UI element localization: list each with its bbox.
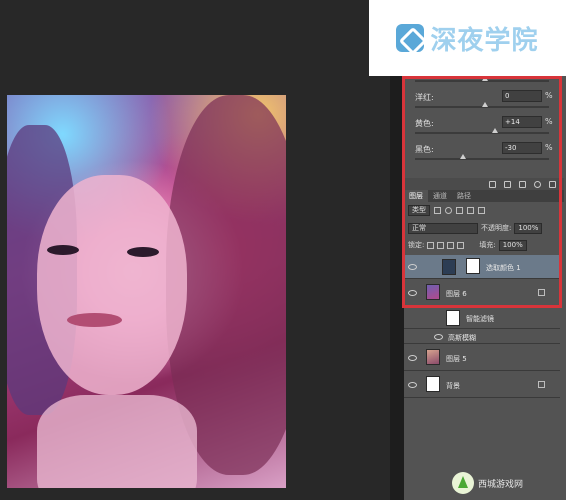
property-label: 黑色: xyxy=(415,145,434,154)
slider-thumb[interactable] xyxy=(482,76,488,81)
view-previous-icon[interactable] xyxy=(504,180,511,188)
filter-smart-icon[interactable] xyxy=(478,206,485,214)
watermark-logo-icon xyxy=(452,472,474,494)
blend-row: 正常 不透明度: 100% xyxy=(404,220,564,236)
document-photo[interactable] xyxy=(7,95,286,488)
canvas-area xyxy=(0,0,404,500)
layer-row[interactable]: 选取颜色 1 xyxy=(404,255,560,279)
filter-kind-select[interactable]: 类型 xyxy=(408,204,430,216)
slider-track[interactable] xyxy=(415,158,549,160)
layer-name[interactable]: 智能滤镜 xyxy=(466,314,494,324)
eye-icon[interactable] xyxy=(408,382,417,388)
lock-position-icon[interactable] xyxy=(447,241,455,249)
fill-input[interactable]: 100% xyxy=(498,239,527,251)
opacity-label: 不透明度: xyxy=(481,224,512,232)
property-row-yellow: 黄色: +14 % xyxy=(412,114,553,136)
mask-thumbnail[interactable] xyxy=(466,258,480,274)
opacity-input[interactable]: 100% xyxy=(514,222,543,234)
filter-mask-thumbnail[interactable] xyxy=(446,310,460,326)
photo-eye-left xyxy=(47,245,79,255)
filter-adjustment-icon[interactable] xyxy=(445,206,452,214)
layer-name[interactable]: 图层 6 xyxy=(446,289,467,299)
watermark-text: 西城游戏网 xyxy=(478,479,524,490)
logo-mark-icon xyxy=(396,24,425,52)
layer-thumbnail xyxy=(426,349,440,365)
slider-track[interactable] xyxy=(415,132,549,134)
photo-face xyxy=(37,175,187,395)
lock-row: 锁定: 填充: 100% xyxy=(404,238,564,252)
property-unit: % xyxy=(545,117,553,126)
property-value-input[interactable]: +14 xyxy=(502,116,542,128)
logo-banner: 深夜学院 xyxy=(369,0,566,76)
eye-icon[interactable] xyxy=(408,355,417,361)
layer-name[interactable]: 图层 5 xyxy=(446,354,467,364)
visibility-icon[interactable] xyxy=(534,180,541,188)
property-row-magenta: 洋红: 0 % xyxy=(412,88,553,110)
tab-channels[interactable]: 通道 xyxy=(428,190,452,202)
lock-paint-icon[interactable] xyxy=(437,241,445,249)
adjustment-thumbnail xyxy=(442,259,456,275)
properties-panel: 洋红: 0 % 黄色: +14 % 黑色: -30 % xyxy=(404,76,564,180)
slider-thumb[interactable] xyxy=(482,102,488,107)
photo-eye-right xyxy=(127,247,159,257)
lock-pixels-icon[interactable] xyxy=(427,241,435,249)
eye-icon[interactable] xyxy=(434,334,443,340)
layer-thumbnail xyxy=(426,284,440,300)
filter-shape-icon[interactable] xyxy=(467,206,474,214)
photo-lips xyxy=(67,313,122,327)
layer-row[interactable]: 图层 6 xyxy=(404,280,560,306)
filter-type-icon[interactable] xyxy=(456,206,463,214)
layer-row[interactable]: 智能滤镜 xyxy=(404,307,560,329)
filter-pixel-icon[interactable] xyxy=(434,206,441,214)
property-unit: % xyxy=(545,143,553,152)
slider-thumb[interactable] xyxy=(492,128,498,133)
slider-thumb[interactable] xyxy=(460,154,466,159)
trash-icon[interactable] xyxy=(549,180,556,188)
eye-icon[interactable] xyxy=(408,290,417,296)
layer-name[interactable]: 选取颜色 1 xyxy=(486,263,521,273)
property-label: 洋红: xyxy=(415,93,434,102)
layer-row[interactable]: 背景 xyxy=(404,372,560,398)
clip-to-layer-icon[interactable] xyxy=(489,180,496,188)
blend-mode-select[interactable]: 正常 xyxy=(408,222,478,234)
tab-layers[interactable]: 图层 xyxy=(404,190,428,202)
layer-row[interactable]: 高斯模糊 xyxy=(404,330,560,344)
lock-icon xyxy=(538,381,545,388)
property-label: 黄色: xyxy=(415,119,434,128)
layers-list: 选取颜色 1 图层 6 智能滤镜 高斯模糊 图层 5 背景 xyxy=(404,253,564,500)
logo-text: 深夜学院 xyxy=(430,25,539,56)
property-unit: % xyxy=(545,91,553,100)
properties-footer xyxy=(404,178,564,190)
reset-icon[interactable] xyxy=(519,180,526,188)
tab-paths[interactable]: 路径 xyxy=(452,190,476,202)
property-value-input[interactable]: 0 xyxy=(502,90,542,102)
layer-name[interactable]: 高斯模糊 xyxy=(448,333,476,343)
layer-filter-row: 类型 xyxy=(404,202,564,218)
layers-tabs: 图层 通道 路径 xyxy=(404,190,564,202)
smart-object-icon xyxy=(538,289,545,296)
layer-thumbnail xyxy=(426,376,440,392)
lock-all-icon[interactable] xyxy=(457,241,465,249)
photo-neck xyxy=(37,395,197,488)
watermark: 西城游戏网 xyxy=(452,470,562,496)
eye-icon[interactable] xyxy=(408,264,417,270)
layer-name[interactable]: 背景 xyxy=(446,381,460,391)
layer-row[interactable]: 图层 5 xyxy=(404,345,560,371)
fill-label: 填充: xyxy=(479,241,496,249)
property-value-input[interactable]: -30 xyxy=(502,142,542,154)
lock-label: 锁定: xyxy=(408,241,425,249)
property-row-black: 黑色: -30 % xyxy=(412,140,553,162)
